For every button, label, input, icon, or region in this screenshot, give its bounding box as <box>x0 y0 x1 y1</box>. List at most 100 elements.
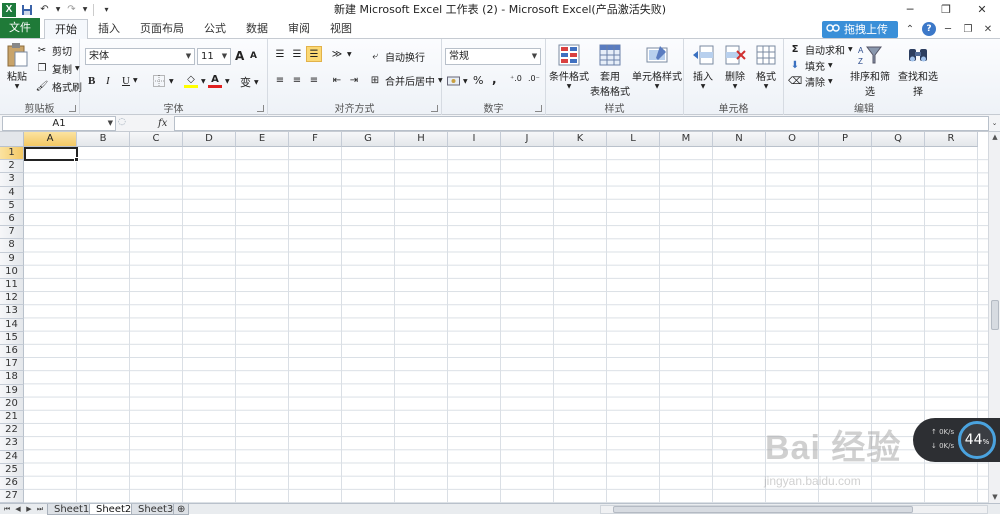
tab-review[interactable]: 审阅 <box>278 19 320 38</box>
font-launcher-icon[interactable] <box>257 105 264 112</box>
row-header-2[interactable]: 2 <box>0 160 24 174</box>
column-header-r[interactable]: R <box>925 132 978 147</box>
delete-cells-dropdown-icon[interactable]: ▼ <box>733 83 738 90</box>
font-size-dropdown-icon[interactable]: ▼ <box>219 49 230 64</box>
name-box[interactable]: A1 ▼ <box>2 116 116 131</box>
phonetic-button[interactable]: 变 ▼ <box>240 74 259 90</box>
network-speed-widget[interactable]: ↑ 0K/s ↓ 0K/s 44% <box>913 418 1000 462</box>
number-format-combo[interactable]: 常规 ▼ <box>445 48 541 65</box>
worksheet-grid[interactable]: ABCDEFGHIJKLMNOPQR 1 2 3 4 5 6 7 8 9 10 11 12 13 14 15… <box>0 132 988 503</box>
decrease-indent-button[interactable]: ⇤ <box>330 73 344 87</box>
font-size-combo[interactable]: 11 ▼ <box>197 48 231 65</box>
fill-dropdown-icon[interactable]: ▼ <box>828 62 833 69</box>
paste-dropdown-icon[interactable]: ▼ <box>15 83 20 90</box>
first-sheet-icon[interactable]: ⏮ <box>2 504 12 515</box>
comma-style-button[interactable]: , <box>492 72 497 86</box>
horizontal-scroll-thumb[interactable] <box>613 506 913 513</box>
row-header-14[interactable]: 14 <box>0 318 24 332</box>
column-header-i[interactable]: I <box>448 132 501 147</box>
select-all-button[interactable] <box>0 132 24 147</box>
row-header-19[interactable]: 19 <box>0 384 24 398</box>
align-top-button[interactable]: ☰ <box>273 47 287 61</box>
restore-button[interactable]: ❐ <box>928 0 964 19</box>
active-cell-a1[interactable] <box>24 147 78 161</box>
insert-function-button[interactable]: fx <box>158 116 172 131</box>
fill-color-button[interactable]: ◇ ▼ <box>184 74 206 88</box>
align-center-button[interactable]: ≡ <box>290 73 304 87</box>
conditional-format-button[interactable]: 条件格式 ▼ <box>549 42 589 90</box>
accounting-format-button[interactable]: ▼ <box>446 74 468 88</box>
undo-icon[interactable]: ↶ <box>37 2 52 17</box>
column-header-q[interactable]: Q <box>872 132 925 147</box>
cell-styles-button[interactable]: 单元格样式 ▼ <box>632 42 682 90</box>
number-launcher-icon[interactable] <box>535 105 542 112</box>
format-painter-button[interactable]: 🖌 格式刷 <box>35 79 82 94</box>
clear-button[interactable]: ⌫ 清除 ▼ <box>788 74 833 89</box>
underline-dropdown-icon[interactable]: ▼ <box>133 77 138 84</box>
copy-dropdown-icon[interactable]: ▼ <box>75 65 80 72</box>
autosum-button[interactable]: Σ 自动求和 ▼ <box>788 42 853 57</box>
borders-dropdown-icon[interactable]: ▼ <box>169 78 174 85</box>
increase-indent-button[interactable]: ⇥ <box>347 73 361 87</box>
column-header-o[interactable]: O <box>766 132 819 147</box>
column-header-h[interactable]: H <box>395 132 448 147</box>
tab-insert[interactable]: 插入 <box>88 19 130 38</box>
row-header-21[interactable]: 21 <box>0 411 24 425</box>
last-sheet-icon[interactable]: ⏭ <box>35 504 45 515</box>
column-header-n[interactable]: N <box>713 132 766 147</box>
wrap-text-button[interactable]: ⤶ 自动换行 <box>368 49 425 64</box>
accounting-dropdown-icon[interactable]: ▼ <box>463 78 468 85</box>
sort-filter-button[interactable]: AZ 排序和筛选 <box>846 42 894 98</box>
row-header-11[interactable]: 11 <box>0 279 24 293</box>
font-color-button[interactable]: A ▼ <box>208 74 230 88</box>
format-cells-dropdown-icon[interactable]: ▼ <box>764 83 769 90</box>
row-header-23[interactable]: 23 <box>0 437 24 451</box>
horizontal-scrollbar[interactable] <box>600 505 988 514</box>
row-header-12[interactable]: 12 <box>0 292 24 306</box>
column-header-a[interactable]: A <box>24 132 77 147</box>
column-header-p[interactable]: P <box>819 132 872 147</box>
italic-button[interactable]: I <box>106 75 110 87</box>
font-color-dropdown-icon[interactable]: ▼ <box>225 78 230 85</box>
find-select-button[interactable]: 查找和选择 <box>894 42 942 98</box>
merge-center-button[interactable]: ⊞ 合并后居中 ▼ <box>368 73 443 88</box>
delete-cells-button[interactable]: 删除 ▼ <box>720 42 750 90</box>
increase-decimal-button[interactable]: ⁺.0 <box>510 74 522 83</box>
tab-formulas[interactable]: 公式 <box>194 19 236 38</box>
orientation-dropdown-icon[interactable]: ▼ <box>347 51 352 58</box>
insert-sheet-button[interactable]: ⊕ <box>173 504 190 515</box>
row-header-26[interactable]: 26 <box>0 477 24 491</box>
customize-qat-icon[interactable]: ▾ <box>99 2 114 17</box>
paste-button[interactable]: 粘贴 ▼ <box>3 42 31 90</box>
redo-dropdown-icon[interactable]: ▼ <box>82 2 88 17</box>
row-header-10[interactable]: 10 <box>0 265 24 279</box>
column-header-k[interactable]: K <box>554 132 607 147</box>
decrease-decimal-button[interactable]: .0⁻ <box>528 74 540 83</box>
column-header-e[interactable]: E <box>236 132 289 147</box>
workbook-restore-icon[interactable]: ❐ <box>960 21 976 37</box>
row-header-25[interactable]: 25 <box>0 463 24 477</box>
row-header-7[interactable]: 7 <box>0 226 24 240</box>
font-name-dropdown-icon[interactable]: ▼ <box>183 49 194 64</box>
workbook-minimize-icon[interactable]: ─ <box>940 21 956 37</box>
minimize-ribbon-icon[interactable]: ⌃ <box>902 21 918 37</box>
cut-button[interactable]: ✂ 剪切 <box>35 43 72 58</box>
tab-view[interactable]: 视图 <box>320 19 362 38</box>
row-header-18[interactable]: 18 <box>0 371 24 385</box>
fill-button[interactable]: ⬇ 填充 ▼ <box>788 58 833 73</box>
workbook-close-icon[interactable]: ✕ <box>980 21 996 37</box>
format-cells-button[interactable]: 格式 ▼ <box>751 42 781 90</box>
column-header-l[interactable]: L <box>607 132 660 147</box>
column-header-f[interactable]: F <box>289 132 342 147</box>
column-header-j[interactable]: J <box>501 132 554 147</box>
row-header-1[interactable]: 1 <box>0 147 24 161</box>
row-header-15[interactable]: 15 <box>0 331 24 345</box>
borders-button[interactable]: ▼ <box>152 74 174 88</box>
column-header-d[interactable]: D <box>183 132 236 147</box>
align-bottom-button[interactable]: ☰ <box>306 46 322 62</box>
cell-area[interactable] <box>24 147 988 503</box>
scroll-down-icon[interactable]: ▼ <box>990 492 1000 503</box>
row-header-16[interactable]: 16 <box>0 345 24 359</box>
name-box-dropdown-icon[interactable]: ▼ <box>108 117 113 130</box>
help-icon[interactable]: ? <box>922 22 936 36</box>
